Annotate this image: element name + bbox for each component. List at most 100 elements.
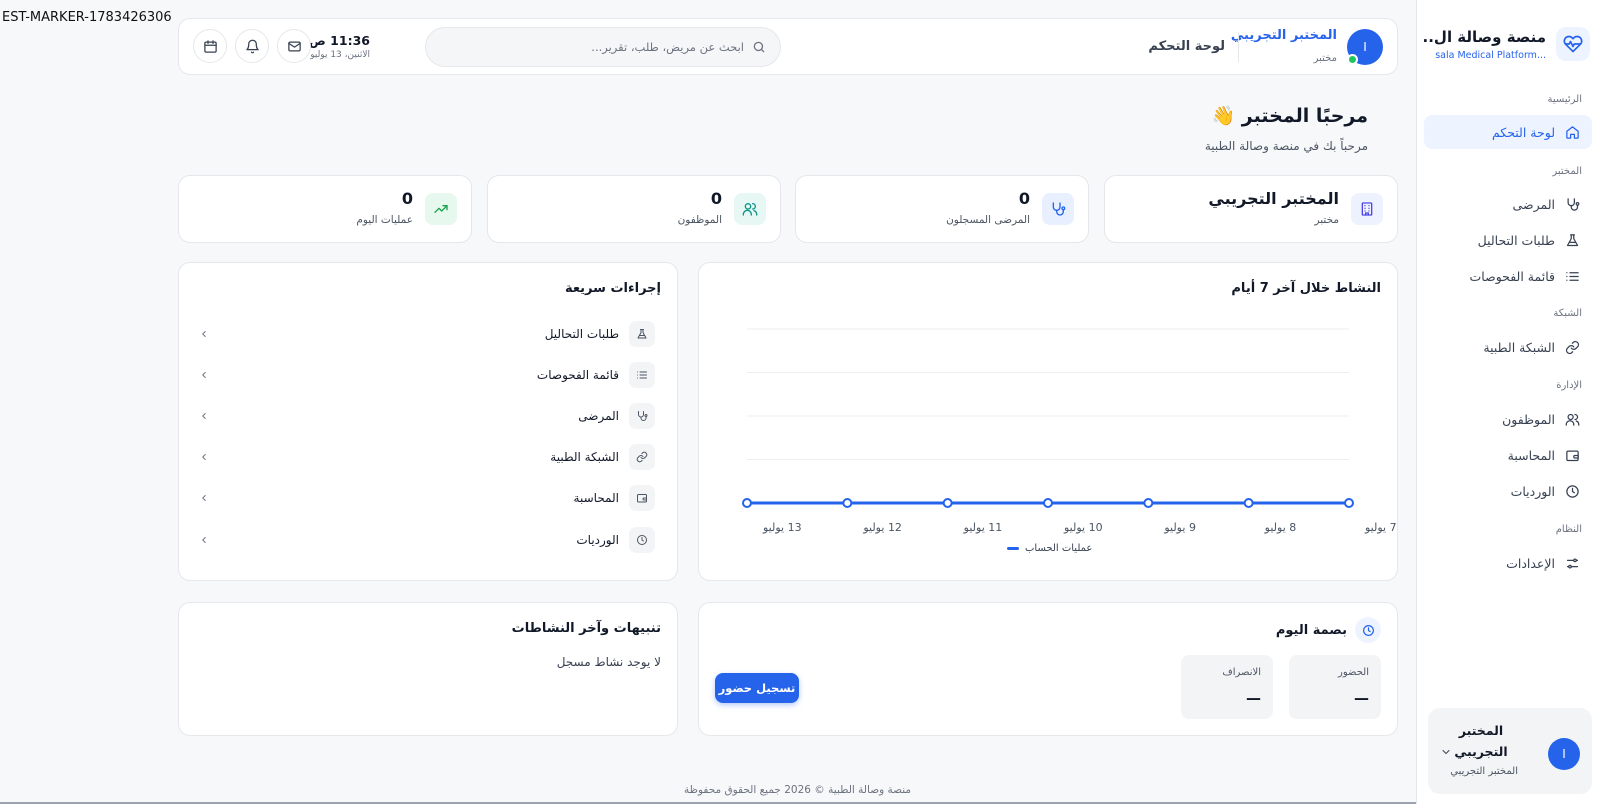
link-icon [1565,340,1580,354]
quick-action-lab-orders[interactable]: طلبات التحاليل [199,319,655,349]
building-icon [1351,193,1383,225]
stat-card-today-ops[interactable]: 0 عمليات اليوم [178,175,472,243]
sidebar: منصة وصالة ال... ...sala Medical Platfor… [1416,0,1600,804]
flask-icon [629,321,655,347]
attendance-label: الحضور [1338,667,1369,678]
chevron-left-icon [202,413,206,419]
quick-action-tests-list[interactable]: قائمة الفحوصات [199,360,655,390]
page-title: لوحة التحكم [1148,39,1225,54]
activity-chart-card: النشاط خلال آخر 7 أيام 7 يوليو 8 يوليو 9 ي… [698,262,1398,581]
wallet-icon [1566,450,1579,461]
sidebar-item-accounting[interactable]: المحاسبة [1424,438,1592,472]
attendance-box: الحضور — [1289,655,1381,719]
brand[interactable]: منصة وصالة ال... ...sala Medical Platfor… [1424,24,1590,64]
stat-card-patients[interactable]: 0 المرضى المسجلون [795,175,1089,243]
quick-action-patients[interactable]: المرضى [199,401,655,431]
activity-line-chart: 7 يوليو 8 يوليو 9 يوليو 10 يوليو 11 يوليو 12 … [742,328,1397,534]
search-box[interactable] [425,27,781,67]
sidebar-item-label: الموظفون [1502,411,1555,427]
stat-value: 0 [710,189,722,208]
messages-button[interactable] [277,29,311,63]
list-icon [1566,271,1579,281]
notifications-button[interactable] [235,29,269,63]
link-icon [629,444,655,470]
wallet-icon [629,485,655,511]
chart-data-point [1243,498,1254,508]
user-role: المختبر التجريبي [1450,766,1518,777]
header-user-role: مختبر [1313,53,1337,64]
sidebar-user-card[interactable]: I المختبر التجريبي المختبر التجريبي [1428,708,1592,794]
departure-value: — [1246,689,1261,707]
footer-copyright: منصة وصالة الطبية © 2026 جميع الحقوق محف… [684,784,912,796]
sidebar-item-lab-orders[interactable]: طلبات التحاليل [1424,223,1592,257]
quick-actions-title: إجراءات سريعة [564,281,661,296]
quick-action-medical-network[interactable]: الشبكة الطبية [199,442,655,472]
heart-pulse-icon [1556,27,1590,61]
stat-card-lab[interactable]: المختبر التجريبي مختبر [1104,175,1398,243]
header-datetime: 11:36 ص الاثنين، 13 يوليو [309,33,370,60]
header-avatar[interactable]: I [1347,29,1383,65]
user-name: المختبر التجريبي [1454,723,1508,759]
legend-label: عمليات الحساب [1025,543,1093,554]
stat-card-employees[interactable]: 0 الموظفون [487,175,781,243]
check-in-button[interactable]: تسجيل حضور [715,673,799,703]
quick-actions-card: إجراءات سريعة طلبات التحاليل قائمة الفحو… [178,262,678,581]
sidebar-item-settings[interactable]: الإعدادات [1424,546,1592,580]
test-marker: EST-MARKER-1783426306 [2,10,172,25]
users-icon [1565,413,1580,426]
stethoscope-icon [1042,193,1074,225]
section-label-main: الرئيسية [1547,94,1582,105]
sidebar-item-label: المحاسبة [1507,447,1555,463]
clock-icon [1566,484,1579,498]
chart-data-point [942,498,953,508]
stat-value: 0 [1018,189,1030,208]
chevron-left-icon [202,372,206,378]
sidebar-item-tests-list[interactable]: قائمة الفحوصات [1424,259,1592,293]
chart-x-tick-label: 9 يوليو [1163,521,1196,534]
chart-data-point [1143,498,1154,508]
calendar-button[interactable] [193,29,227,63]
sidebar-item-medical-network[interactable]: الشبكة الطبية [1424,330,1592,364]
chevron-left-icon [202,537,206,543]
sidebar-item-label: قائمة الفحوصات [1469,268,1556,284]
chart-data-point [1344,498,1354,508]
stat-label: مختبر [1314,214,1339,226]
clock-icon [1355,617,1381,643]
departure-label: الانصراف [1222,667,1261,678]
chevron-left-icon [202,331,206,337]
trending-up-icon [425,193,457,225]
sidebar-item-patients[interactable]: المرضى [1424,187,1592,221]
section-label-system: النظام [1555,524,1582,535]
chevron-down-icon[interactable] [1440,746,1452,758]
stat-label: عمليات اليوم [356,214,413,226]
quick-action-label: الورديات [576,533,619,547]
fingerprint-title: بصمة اليوم [1275,623,1347,638]
sidebar-item-label: المرضى [1512,196,1555,212]
current-date: الاثنين، 13 يوليو [310,50,370,60]
stat-value: 0 [401,189,413,208]
sidebar-item-label: الورديات [1510,483,1555,499]
chevron-left-icon [202,454,206,460]
search-input[interactable] [426,40,744,54]
section-label-network: الشبكة [1553,308,1582,319]
chart-x-tick-label: 13 يوليو [762,521,802,534]
sidebar-item-dashboard[interactable]: لوحة التحكم [1424,115,1592,149]
chart-data-point [742,498,752,508]
online-status-dot [1347,54,1358,65]
quick-action-accounting[interactable]: المحاسبة [199,483,655,513]
users-icon [734,193,766,225]
quick-action-label: قائمة الفحوصات [536,368,619,382]
sidebar-item-label: لوحة التحكم [1491,124,1555,140]
stethoscope-icon [1567,197,1580,211]
quick-action-shifts[interactable]: الورديات [199,525,655,555]
sidebar-item-shifts[interactable]: الورديات [1424,474,1592,508]
clock-icon [629,527,655,553]
brand-subtitle: ...sala Medical Platform [1435,49,1546,61]
sidebar-item-label: الإعدادات [1506,555,1555,571]
empty-activity-message: لا يوجد نشاط مسجل [556,655,661,669]
chart-data-point [842,498,853,508]
attendance-value: — [1354,689,1369,707]
header-user-name: المختبر التجريبي [1230,28,1337,43]
sidebar-item-employees[interactable]: الموظفون [1424,402,1592,436]
chart-x-tick-label: 8 يوليو [1264,521,1297,534]
